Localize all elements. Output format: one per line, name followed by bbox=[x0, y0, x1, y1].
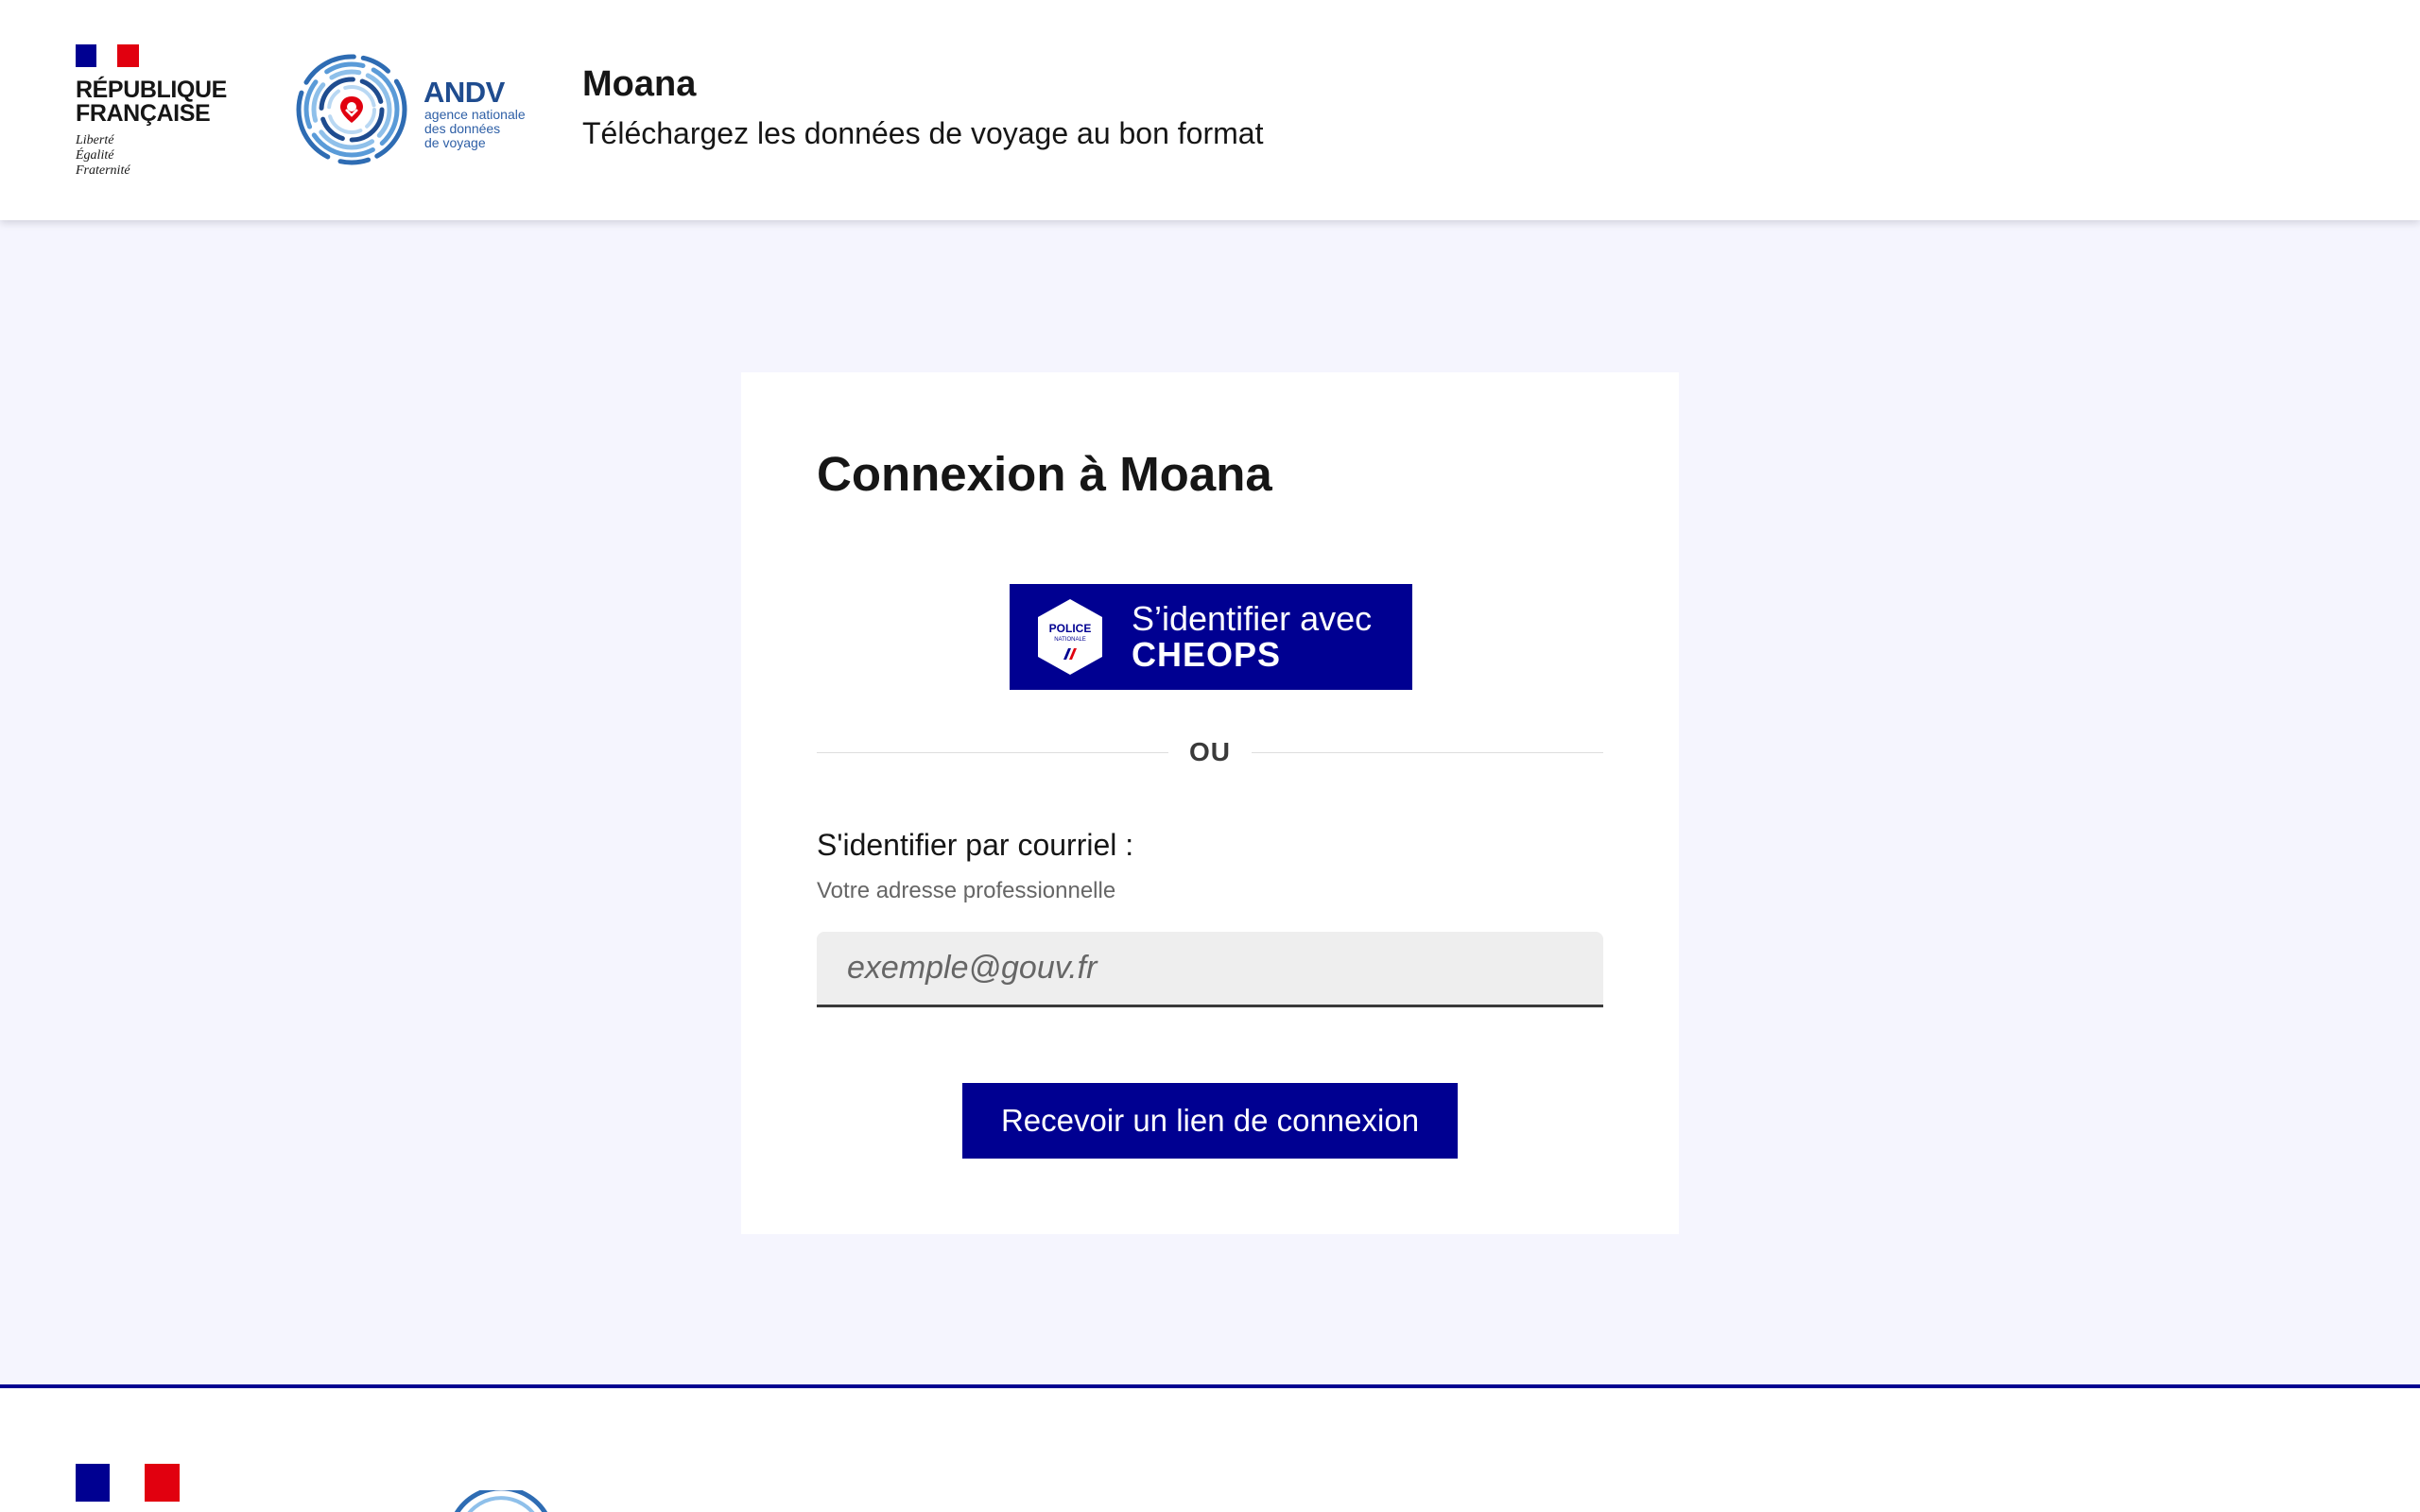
republic-name: RÉPUBLIQUE FRANÇAISE bbox=[76, 78, 227, 126]
republic-motto: Liberté Égalité Fraternité bbox=[76, 133, 227, 179]
motto-egalite: Égalité bbox=[76, 148, 114, 163]
separator-label: OU bbox=[1189, 737, 1231, 766]
or-separator: OU bbox=[817, 735, 1603, 769]
footer-marianne-flag-icon[interactable] bbox=[76, 1464, 180, 1502]
motto-fraternite: Fraternité bbox=[76, 163, 130, 178]
republic-name-line2: FRANÇAISE bbox=[76, 100, 211, 127]
badge-police-text: POLICE bbox=[1049, 622, 1092, 635]
marianne-flag-icon bbox=[76, 44, 139, 67]
separator-line-left bbox=[817, 752, 1168, 753]
service-tagline: Téléchargez les données de voyage au bon… bbox=[582, 116, 1264, 150]
page-title: Connexion à Moana bbox=[817, 447, 1272, 501]
email-label: S'identifier par courriel : bbox=[817, 828, 1134, 862]
cheops-login-button[interactable]: POLICE NATIONALE S’identifier avec CHEOP… bbox=[1010, 584, 1412, 690]
cheops-button-text: S’identifier avec CHEOPS bbox=[1132, 601, 1372, 673]
police-nationale-icon: POLICE NATIONALE bbox=[1035, 597, 1105, 677]
service-info[interactable]: Moana Téléchargez les données de voyage … bbox=[582, 62, 1263, 155]
andv-subtitle-line2: des données bbox=[424, 121, 501, 136]
email-input[interactable] bbox=[817, 932, 1603, 1007]
cheops-button-line1: S’identifier avec bbox=[1132, 599, 1373, 638]
motto-liberte: Liberté bbox=[76, 133, 114, 147]
andv-logo[interactable]: ANDV agence nationale des données de voy… bbox=[293, 49, 529, 172]
andv-acronym: ANDV bbox=[424, 76, 505, 109]
email-hint: Votre adresse professionnelle bbox=[817, 878, 1116, 903]
separator-line-right bbox=[1252, 752, 1603, 753]
andv-subtitle-line3: de voyage bbox=[424, 135, 486, 150]
cheops-button-line2: CHEOPS bbox=[1132, 635, 1282, 674]
badge-nationale-text: NATIONALE bbox=[1054, 637, 1086, 643]
republic-name-line1: RÉPUBLIQUE bbox=[76, 77, 227, 103]
site-header: RÉPUBLIQUE FRANÇAISE Liberté Égalité Fra… bbox=[0, 0, 2420, 220]
send-login-link-button[interactable]: Recevoir un lien de connexion bbox=[962, 1083, 1458, 1159]
republique-francaise-logo[interactable]: RÉPUBLIQUE FRANÇAISE Liberté Égalité Fra… bbox=[76, 44, 227, 180]
login-card: Connexion à Moana POLICE NATIONALE S’ide… bbox=[741, 372, 1679, 1234]
site-footer bbox=[0, 1384, 2420, 1512]
service-title: Moana bbox=[582, 64, 697, 104]
footer-andv-logo-icon[interactable] bbox=[444, 1490, 567, 1512]
andv-subtitle-line1: agence nationale bbox=[424, 107, 526, 122]
andv-circle-icon bbox=[296, 54, 407, 165]
andv-subtitle: agence nationale des données de voyage bbox=[424, 108, 526, 150]
